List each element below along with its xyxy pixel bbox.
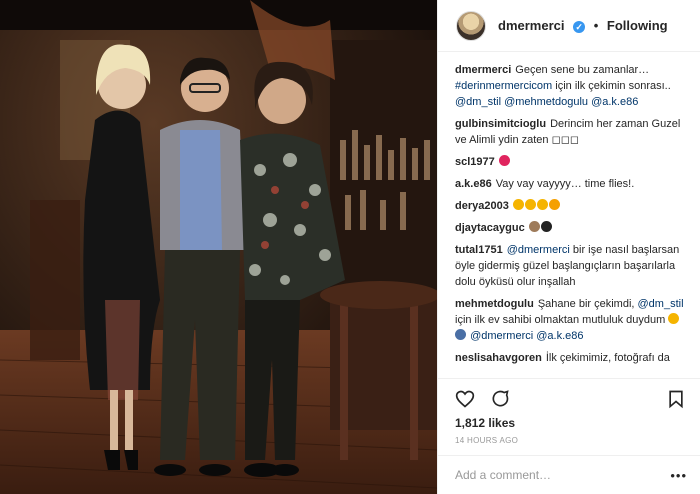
comment-link[interactable]: @mehmetdogulu xyxy=(504,96,588,108)
comment-text: için ilk ev sahibi olmaktan mutluluk duy… xyxy=(455,314,669,326)
comment-text: Geçen sene bu zamanlar… xyxy=(515,64,650,76)
comment-item: neslisahavgoren İlk çekimimiz, fotoğrafı … xyxy=(455,350,685,366)
comment-link[interactable]: @dmermerci xyxy=(470,330,533,342)
post-sidebar: dmermerci ✓ • Following dmermerci Geçen s… xyxy=(437,0,700,494)
comment-item: mehmetdogulu Şahane bir çekimdi, @dm_stil… xyxy=(455,296,685,344)
comment-link[interactable]: @dm_stil xyxy=(455,96,501,108)
comment-link[interactable]: @dm_stil xyxy=(638,298,684,310)
owl-emoji-icon xyxy=(528,221,540,232)
comment-username[interactable]: derya2003 xyxy=(455,200,509,212)
kiss-emoji-icon xyxy=(498,155,510,166)
smile-emoji-icon xyxy=(512,199,524,210)
comment-username[interactable]: a.k.e86 xyxy=(455,178,492,190)
comment-text: İlk çekimimiz, fotoğrafı da xyxy=(545,352,670,364)
heart-eyes-emoji-icon xyxy=(548,199,560,210)
comment-username[interactable]: tutal1751 xyxy=(455,244,503,256)
bookmark-icon[interactable] xyxy=(666,389,686,409)
add-comment-bar: ••• xyxy=(438,455,700,494)
following-button[interactable]: Following xyxy=(607,18,668,33)
comment-link[interactable]: #derinmermercicom xyxy=(455,80,552,92)
comment-text: için ilk çekimin sonrası.. xyxy=(552,80,671,92)
like-count[interactable]: 1,812 likes xyxy=(455,416,515,430)
comment-icon[interactable] xyxy=(490,389,510,409)
header-username[interactable]: dmermerci ✓ • Following xyxy=(498,18,668,33)
header-username-text[interactable]: dmermerci xyxy=(498,18,564,33)
comment-item: a.k.e86 Vay vay vayyyy… time flies!. xyxy=(455,176,685,192)
comment-link[interactable]: @a.k.e86 xyxy=(536,330,583,342)
avatar[interactable] xyxy=(456,10,486,41)
action-bar xyxy=(438,378,700,412)
header-separator: • xyxy=(593,18,599,33)
comment-item: derya2003 xyxy=(455,198,685,214)
comment-item: dmermerci Geçen sene bu zamanlar… #derinm… xyxy=(455,62,685,110)
post-photo-image xyxy=(0,0,437,494)
smile-emoji-icon xyxy=(524,199,536,210)
comment-text: Vay vay vayyyy… time flies!. xyxy=(495,178,635,190)
comment-username[interactable]: scl1977 xyxy=(455,156,495,168)
smile-emoji-icon xyxy=(536,199,548,210)
comment-username[interactable]: neslisahavgoren xyxy=(455,352,542,364)
more-options-icon[interactable]: ••• xyxy=(670,469,687,482)
person-emoji-icon xyxy=(455,329,466,340)
post-photo[interactable] xyxy=(0,0,437,494)
comment-item: scl1977 xyxy=(455,154,685,170)
comment-item: gulbinsimitcioglu Derincim her zaman Guze… xyxy=(455,116,685,148)
comment-list: dmermerci Geçen sene bu zamanlar… #derinm… xyxy=(438,62,700,370)
comment-item: tutal1751 @dmermerci bir işe nasıl başlar… xyxy=(455,242,685,290)
post-timestamp: 14 HOURS AGO xyxy=(455,436,519,445)
comment-username[interactable]: gulbinsimitcioglu xyxy=(455,118,546,130)
heart-icon[interactable] xyxy=(455,389,475,409)
post-header: dmermerci ✓ • Following xyxy=(438,0,700,52)
verified-badge-icon: ✓ xyxy=(573,21,586,33)
comment-link[interactable]: @dmermerci xyxy=(507,244,570,256)
add-comment-input[interactable] xyxy=(438,456,638,494)
comment-username[interactable]: mehmetdogulu xyxy=(455,298,534,310)
comment-text: Şahane bir çekimdi, xyxy=(537,298,638,310)
smile-emoji-icon xyxy=(668,313,680,324)
comment-item: djaytacayguc xyxy=(455,220,685,236)
comment-username[interactable]: dmermerci xyxy=(455,64,511,76)
sunglasses-emoji-icon xyxy=(540,221,552,232)
comment-username[interactable]: djaytacayguc xyxy=(455,222,525,234)
comment-link[interactable]: @a.k.e86 xyxy=(591,96,638,108)
